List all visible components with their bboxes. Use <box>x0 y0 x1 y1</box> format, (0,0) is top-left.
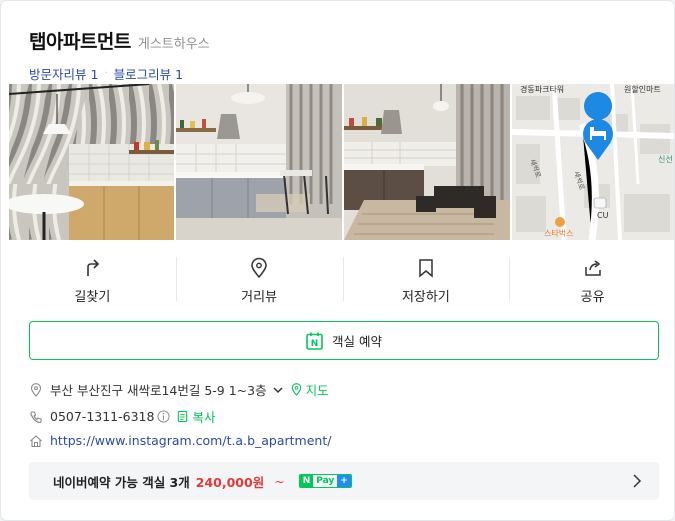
npay-pay: Pay <box>316 476 335 486</box>
photo-kitchen-1[interactable] <box>9 84 174 240</box>
directions-label: 길찾기 <box>74 290 111 305</box>
phone-row: 0507-1311-6318 복사 <box>29 407 215 426</box>
photo-strip: 경동파크타워 원할인마트 새싹로 새싹로 신선 CU 스타벅스 <box>9 84 674 240</box>
price-range-tilde: ~ <box>274 473 285 489</box>
map-label-mart: 원할인마트 <box>624 84 661 94</box>
npay-plus: + <box>337 475 351 487</box>
location-icon <box>30 382 42 397</box>
website-link[interactable]: https://www.instagram.com/t.a.b_apartmen… <box>50 433 331 448</box>
naver-booking-banner[interactable]: 네이버예약 가능 객실 3개 240,000원 ~ N Pay + <box>29 462 659 500</box>
phone-number[interactable]: 0507-1311-6318 <box>50 409 154 424</box>
convenience-store-icon <box>593 197 607 209</box>
bookmark-icon <box>419 259 433 278</box>
map-link[interactable]: 지도 <box>306 380 329 399</box>
chevron-down-icon[interactable] <box>272 384 284 396</box>
map-pin-green-icon <box>291 383 301 396</box>
map-label-building: 경동파크타워 <box>520 84 564 94</box>
directions-button[interactable]: 길찾기 <box>9 241 176 316</box>
separator-dot: · <box>104 68 108 79</box>
share-label: 공유 <box>580 290 605 305</box>
location-pin-icon <box>251 257 267 279</box>
npay-plus-badge: N Pay + <box>298 474 352 488</box>
address-text: 부산 부산진구 새싹로14번길 5-9 1~3층 <box>50 383 267 398</box>
place-category: 게스트하우스 <box>137 37 210 52</box>
action-bar: 길찾기 거리뷰 저장하기 공유 <box>9 241 674 316</box>
place-name[interactable]: 탭아파트먼트 <box>29 27 131 54</box>
home-icon <box>30 434 42 447</box>
booking-rooms-text: 네이버예약 가능 객실 3개 <box>53 474 190 490</box>
booking-price: 240,000원 <box>195 474 265 490</box>
map-label-store: CU <box>597 211 609 220</box>
address-row: 부산 부산진구 새싹로14번길 5-9 1~3층 지도 <box>29 380 329 399</box>
phone-icon <box>30 410 42 423</box>
chevron-right-icon <box>633 474 642 488</box>
room-reservation-button[interactable]: N 객실 예약 <box>29 321 659 360</box>
title-row: 탭아파트먼트 게스트하우스 <box>29 27 654 54</box>
cafe-icon <box>555 217 565 227</box>
photo-kitchen-2[interactable] <box>176 84 342 240</box>
svg-text:N: N <box>311 339 319 349</box>
info-icon[interactable] <box>157 410 171 423</box>
map-label-cafe: 스타벅스 <box>544 228 573 238</box>
place-card: 탭아파트먼트 게스트하우스 방문자리뷰 1 · 블로그리뷰 1 경동파크타워 원… <box>0 0 675 521</box>
location-map[interactable]: 경동파크타워 원할인마트 새싹로 새싹로 신선 CU 스타벅스 <box>512 84 674 240</box>
photo-kitchen-3[interactable] <box>344 84 510 240</box>
reservation-label: 객실 예약 <box>332 334 382 349</box>
save-button[interactable]: 저장하기 <box>342 241 510 316</box>
website-row: https://www.instagram.com/t.a.b_apartmen… <box>29 433 331 448</box>
review-row: 방문자리뷰 1 · 블로그리뷰 1 <box>29 64 654 83</box>
naver-reserve-icon: N <box>306 332 323 350</box>
place-header: 탭아파트먼트 게스트하우스 방문자리뷰 1 · 블로그리뷰 1 <box>29 27 654 83</box>
save-label: 저장하기 <box>401 290 450 305</box>
visitor-review-link[interactable]: 방문자리뷰 1 <box>29 64 98 83</box>
street-view-label: 거리뷰 <box>241 290 278 305</box>
share-icon <box>584 260 601 276</box>
street-view-button[interactable]: 거리뷰 <box>175 241 343 316</box>
share-button[interactable]: 공유 <box>509 241 674 316</box>
copy-icon <box>178 410 188 423</box>
copy-button[interactable]: 복사 <box>192 407 215 426</box>
npay-n: N <box>299 475 314 487</box>
blog-review-link[interactable]: 블로그리뷰 1 <box>114 64 183 83</box>
map-label-shinsan: 신선 <box>658 155 673 164</box>
directions-icon <box>87 259 100 276</box>
